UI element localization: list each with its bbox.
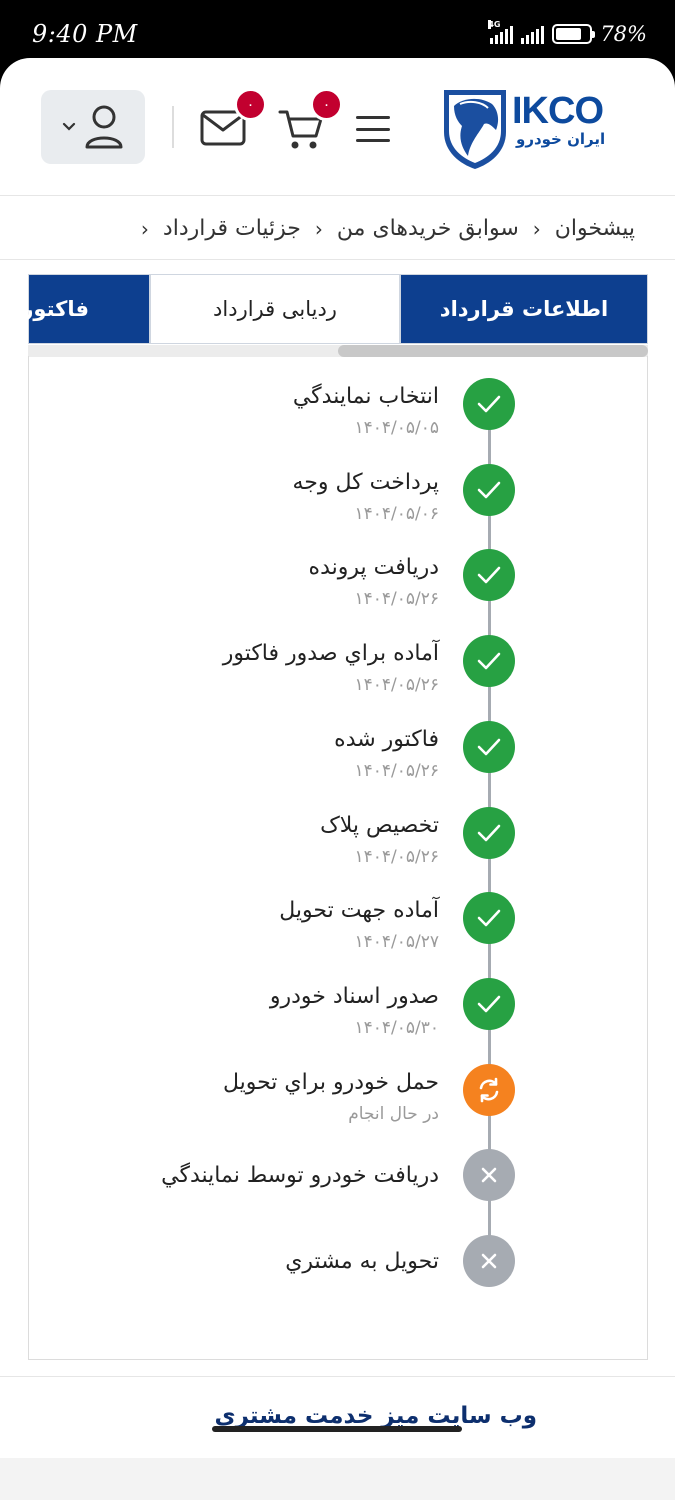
breadcrumb: پیشخوان ‹ سوابق خریدهای من ‹ جزئیات قرار… <box>0 198 675 260</box>
close-icon <box>481 1167 497 1183</box>
sync-icon <box>479 1077 499 1102</box>
step-title: تحويل به مشتري <box>285 1249 439 1274</box>
contract-tabs: اطلاعات قرارداد ردیابی قرارداد فاکتور <box>21 274 648 346</box>
step-date: ۱۴۰۴/۰۵/۲۶ <box>354 589 439 610</box>
battery-fill <box>556 28 582 40</box>
ikco-logo[interactable]: IKCO ایران خودرو <box>440 86 636 170</box>
check-icon <box>477 481 501 498</box>
chevron-left-icon: ‹ <box>532 216 541 241</box>
step-status-done <box>463 977 515 1030</box>
check-icon <box>477 567 501 584</box>
check-icon <box>477 738 501 756</box>
tracking-step: آماده جهت تحويل ۱۴۰۴/۰۵/۲۷ <box>29 892 649 978</box>
step-title: دريافت خودرو توسط نمايندگي <box>161 1163 439 1189</box>
page: ۰ ۰ IKCO ایران خودرو پیشخوان ‹ سوابق خری… <box>0 58 675 1500</box>
check-icon <box>477 652 501 670</box>
step-status-done <box>463 549 515 602</box>
step-title: صدور اسناد خودرو <box>269 983 439 1009</box>
step-title: آماده جهت تحويل <box>279 898 439 924</box>
tracking-step: دريافت خودرو توسط نمايندگي <box>29 1149 649 1235</box>
step-date: ۱۴۰۴/۰۵/۲۷ <box>354 932 439 953</box>
step-date: ۱۴۰۴/۰۵/۰۶ <box>354 503 439 524</box>
tab-invoice[interactable]: فاکتور <box>21 274 150 344</box>
cart-count-badge: ۰ <box>310 88 343 121</box>
header-divider <box>172 106 174 148</box>
step-date: ۱۴۰۴/۰۵/۲۶ <box>354 675 439 696</box>
ikco-horse-logo <box>444 90 506 169</box>
chevron-down-icon <box>62 122 76 131</box>
step-status-done <box>463 892 515 945</box>
tracking-step: پرداخت کل وجه ۱۴۰۴/۰۵/۰۶ <box>29 463 649 550</box>
breadcrumb-item-purchase-history[interactable]: سوابق خریدهای من <box>337 216 519 241</box>
tracking-panel: انتخاب نمايندگي ۱۴۰۴/۰۵/۰۵ پرداخت کل وجه ۱۴… <box>28 356 648 1360</box>
step-status-done <box>463 635 515 688</box>
tab-contract-info[interactable]: اطلاعات قرارداد <box>400 274 648 344</box>
step-status-in-progress <box>463 1063 515 1116</box>
home-indicator[interactable] <box>212 1426 462 1432</box>
step-title: آماده براي صدور فاکتور <box>222 641 439 667</box>
step-title: فاکتور شده <box>334 726 439 752</box>
check-icon <box>477 395 501 413</box>
status-time: 9:40 PM <box>32 20 138 48</box>
logo-brand-text: IKCO <box>512 90 604 132</box>
step-date: ۱۴۰۴/۰۵/۲۶ <box>354 846 439 867</box>
step-status-done <box>463 806 515 859</box>
menu-icon[interactable] <box>356 116 390 142</box>
battery-percent: 78% <box>600 22 647 46</box>
step-status-done <box>463 720 515 773</box>
user-icon <box>85 105 123 149</box>
signal-icon-2 <box>521 24 545 44</box>
cart-button[interactable]: ۰ <box>278 88 343 154</box>
network-type: 4G <box>488 20 501 29</box>
signal-icon: 4G <box>488 20 514 44</box>
step-title: انتخاب نمايندگي <box>292 384 439 409</box>
messages-button[interactable]: ۰ <box>200 88 267 150</box>
step-status-done <box>463 378 515 430</box>
tracking-step: دريافت پرونده ۱۴۰۴/۰۵/۲۶ <box>29 549 649 635</box>
tracking-step: تحويل به مشتري <box>29 1235 649 1321</box>
step-status-pending <box>463 1149 515 1202</box>
step-title: تخصيص پلاک <box>320 812 439 838</box>
step-title: حمل خودرو براي تحويل <box>222 1069 439 1095</box>
close-icon <box>481 1253 497 1269</box>
tracking-step: فاکتور شده ۱۴۰۴/۰۵/۲۶ <box>29 720 649 807</box>
step-date: ۱۴۰۴/۰۵/۲۶ <box>354 760 439 781</box>
step-status-done <box>463 463 515 516</box>
status-indicators: 4G 78% <box>488 20 647 46</box>
battery-icon <box>552 24 596 44</box>
check-icon <box>477 824 501 841</box>
footer-bottom <box>0 1458 675 1500</box>
logo-subtitle: ایران خودرو <box>516 130 606 148</box>
step-date: ۱۴۰۴/۰۵/۰۵ <box>354 418 439 438</box>
breadcrumb-item-dashboard[interactable]: پیشخوان <box>555 216 635 241</box>
step-date: ۱۴۰۴/۰۵/۳۰ <box>354 1017 439 1038</box>
site-header: ۰ ۰ IKCO ایران خودرو <box>0 58 675 196</box>
step-title: پرداخت کل وجه <box>292 469 439 495</box>
tracking-step: تخصيص پلاک ۱۴۰۴/۰۵/۲۶ <box>29 806 649 893</box>
mail-count-badge: ۰ <box>234 88 267 121</box>
tracking-step: انتخاب نمايندگي ۱۴۰۴/۰۵/۰۵ <box>29 378 649 464</box>
tracking-step: آماده براي صدور فاکتور ۱۴۰۴/۰۵/۲۶ <box>29 635 649 721</box>
check-icon <box>477 995 501 1013</box>
status-bar: 9:40 PM 4G 78% <box>0 0 675 62</box>
tracking-step: حمل خودرو براي تحويل در حال انجام <box>29 1063 649 1150</box>
check-icon <box>477 909 501 927</box>
step-title: دريافت پرونده <box>308 555 439 581</box>
tab-contract-tracking[interactable]: ردیابی قرارداد <box>150 274 400 344</box>
user-menu-button[interactable] <box>41 90 145 164</box>
chevron-left-icon: ‹ <box>314 216 323 241</box>
breadcrumb-item-contract-details[interactable]: جزئیات قرارداد <box>163 216 301 241</box>
step-date: در حال انجام <box>348 1103 439 1124</box>
step-status-pending <box>463 1235 515 1287</box>
chevron-left-icon: ‹ <box>140 216 149 241</box>
tracking-step: صدور اسناد خودرو ۱۴۰۴/۰۵/۳۰ <box>29 977 649 1064</box>
